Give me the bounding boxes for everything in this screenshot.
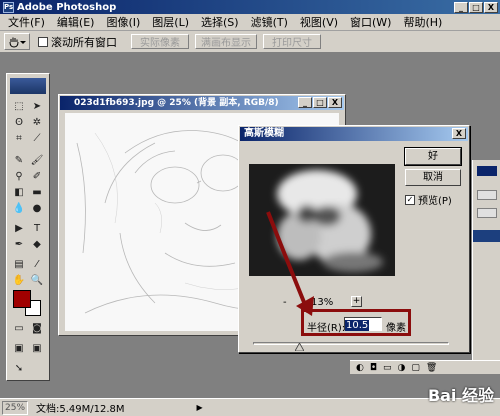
options-bar: 滚动所有窗口 实际像素 满画布显示 打印尺寸 [0, 31, 500, 53]
layers-bottom-bar: ◐ ◘ ▭ ◑ ▢ 🗑 [350, 360, 500, 374]
menu-filter[interactable]: 滤镜(T) [245, 14, 294, 30]
lasso-tool-icon[interactable]: ʘ [11, 116, 27, 130]
marquee-tool-icon[interactable]: ⬚ [11, 100, 27, 114]
foreground-color-swatch[interactable] [13, 290, 31, 308]
new-layer-set-icon[interactable]: ▭ [383, 363, 392, 373]
standard-mode-icon[interactable]: ▭ [11, 322, 27, 336]
shape-tool-icon[interactable]: ◆ [29, 238, 45, 252]
menu-select[interactable]: 选择(S) [195, 14, 245, 30]
palette-item[interactable] [477, 208, 497, 218]
blur-tool-icon[interactable]: 💧 [11, 202, 27, 216]
screen-mode-full-icon[interactable]: ▣ [29, 342, 45, 356]
new-layer-icon[interactable]: ▢ [411, 363, 420, 373]
history-brush-icon[interactable]: ✐ [29, 170, 45, 184]
palette-item[interactable] [477, 190, 497, 200]
healing-brush-icon[interactable]: ✎ [11, 154, 27, 168]
layer-style-icon[interactable]: ◐ [356, 363, 364, 373]
maximize-button[interactable]: □ [469, 1, 483, 13]
menu-view[interactable]: 视图(V) [294, 14, 344, 30]
photoshop-logo-icon: Ps [3, 1, 14, 13]
eyedropper-tool-icon[interactable]: ⁄ [29, 258, 45, 272]
eraser-tool-icon[interactable]: ◧ [11, 186, 27, 200]
scroll-all-windows-checkbox[interactable] [38, 36, 48, 47]
doc-minimize-button[interactable]: _ [298, 97, 312, 108]
slice-tool-icon[interactable]: ⟋ [29, 132, 45, 146]
radius-slider-track[interactable] [253, 342, 449, 345]
dialog-close-button[interactable]: X [452, 128, 466, 139]
photoshop-feather-icon [10, 78, 46, 94]
zoom-in-button[interactable]: + [351, 296, 362, 307]
quick-mask-icon[interactable]: ◙ [29, 322, 45, 336]
status-menu-arrow-icon[interactable]: ▶ [197, 403, 203, 412]
palette-selected-layer[interactable] [473, 230, 500, 242]
brush-tool-icon[interactable]: 🖌 [29, 154, 45, 168]
app-title: Adobe Photoshop [17, 1, 117, 13]
doc-close-button[interactable]: X [328, 97, 342, 108]
menu-layer[interactable]: 图层(L) [146, 14, 195, 30]
notes-tool-icon[interactable]: ▤ [11, 258, 27, 272]
radius-label: 半径(R): [307, 323, 346, 334]
minimize-button[interactable]: _ [454, 1, 468, 13]
type-tool-icon[interactable]: T [29, 222, 45, 236]
dialog-title-bar: 高斯模糊 [240, 127, 468, 141]
baidu-jingyan-watermark: Bai 经验 [427, 386, 494, 405]
menu-image[interactable]: 图像(I) [100, 14, 146, 30]
annotation-arrow-icon [266, 211, 314, 316]
screen-mode-standard-icon[interactable]: ▣ [11, 342, 27, 356]
pen-tool-icon[interactable]: ✒ [11, 238, 27, 252]
dialog-title: 高斯模糊 [244, 128, 284, 139]
radius-slider-handle[interactable] [295, 343, 304, 351]
layer-mask-icon[interactable]: ◘ [370, 363, 377, 373]
preview-label: 预览(P) [418, 196, 452, 207]
magic-wand-tool-icon[interactable]: ✲ [29, 116, 45, 130]
trash-icon[interactable]: 🗑 [426, 363, 437, 373]
path-selection-icon[interactable]: ▶ [11, 222, 27, 236]
hand-icon [9, 37, 19, 48]
dodge-tool-icon[interactable]: ● [29, 202, 45, 216]
ok-button[interactable]: 好 [404, 147, 462, 166]
crop-tool-icon[interactable]: ⌗ [11, 132, 27, 146]
close-button[interactable]: X [484, 1, 498, 13]
radius-unit: 像素 [386, 323, 406, 334]
document-title: 023d1fb693.jpg @ 25% (背景 副本, RGB/8) [74, 98, 279, 108]
zoom-tool-icon[interactable]: 🔍 [29, 274, 45, 288]
document-size-info: 文档:5.49M/12.8M [36, 404, 125, 415]
status-zoom-field[interactable]: 25% [2, 400, 28, 415]
print-size-button[interactable]: 打印尺寸 [263, 34, 321, 49]
menu-window[interactable]: 窗口(W) [344, 14, 397, 30]
scroll-all-windows-label: 滚动所有窗口 [51, 35, 117, 49]
palette-tab[interactable] [477, 166, 497, 176]
fit-on-screen-button[interactable]: 满画布显示 [195, 34, 257, 49]
imageready-jump-icon[interactable]: ➘ [11, 362, 27, 376]
preview-checkbox[interactable]: ✓ [405, 194, 415, 205]
adjustment-layer-icon[interactable]: ◑ [398, 363, 406, 373]
hand-tool-preset[interactable] [4, 33, 30, 50]
doc-maximize-button[interactable]: □ [313, 97, 327, 108]
gradient-tool-icon[interactable]: ▬ [29, 186, 45, 200]
chevron-down-icon [20, 40, 26, 44]
toolbox: ⬚ ➤ ʘ ✲ ⌗ ⟋ ✎ 🖌 ⚲ ✐ ◧ ▬ 💧 ● ▶ T ✒ ◆ ▤ ⁄ … [6, 73, 50, 381]
menu-help[interactable]: 帮助(H) [397, 14, 448, 30]
palette-panel[interactable] [472, 160, 500, 370]
app-title-bar: Ps Adobe Photoshop _ □ X [0, 0, 500, 14]
move-tool-icon[interactable]: ➤ [29, 100, 45, 114]
status-bar: 25% 文档:5.49M/12.8M ▶ [0, 398, 500, 416]
radius-input[interactable]: 10.5 [344, 317, 382, 331]
actual-pixels-button[interactable]: 实际像素 [131, 34, 189, 49]
radius-value: 10.5 [345, 320, 370, 331]
menu-edit[interactable]: 编辑(E) [51, 14, 101, 30]
hand-tool-icon[interactable]: ✋ [11, 274, 27, 288]
menu-file[interactable]: 文件(F) [2, 14, 51, 30]
cancel-button[interactable]: 取消 [405, 169, 461, 186]
menu-bar: 文件(F) 编辑(E) 图像(I) 图层(L) 选择(S) 滤镜(T) 视图(V… [0, 14, 500, 31]
clone-stamp-icon[interactable]: ⚲ [11, 170, 27, 184]
